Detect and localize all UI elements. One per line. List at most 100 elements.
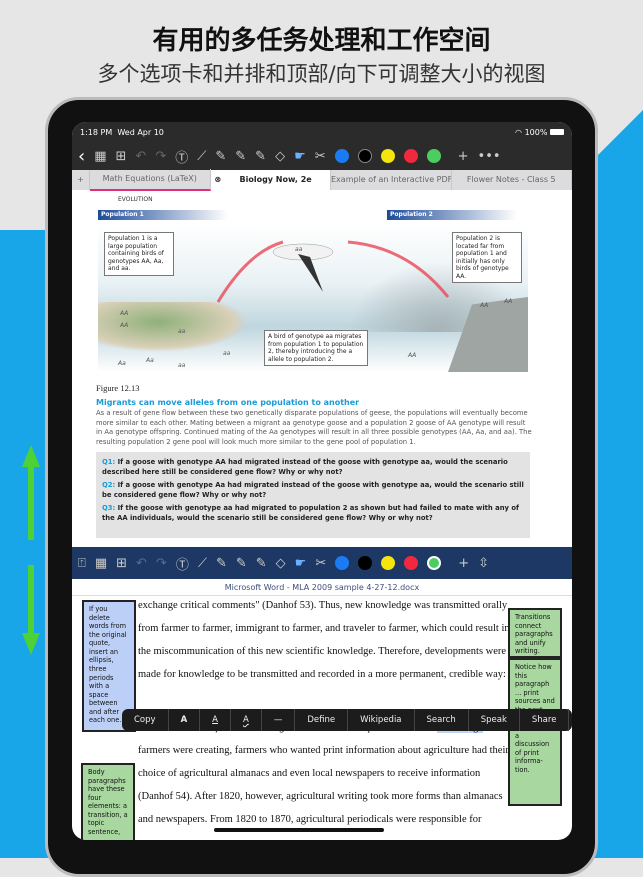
doc-line: exchange critical comments" (Danhof 53).… xyxy=(138,600,508,611)
resize-arrows-icon xyxy=(22,445,40,655)
pencil-icon[interactable]: ✎ xyxy=(235,149,246,164)
callout-population1: Population 1 is a large population conta… xyxy=(104,232,174,276)
eraser-icon[interactable]: ◇ xyxy=(276,556,286,571)
color-yellow[interactable] xyxy=(381,556,396,570)
color-blue[interactable] xyxy=(334,149,349,163)
callout-population2: Population 2 is located far from populat… xyxy=(452,232,522,283)
add-page-icon[interactable]: ⊞ xyxy=(116,149,127,164)
question-3: Q3: If the goose with genotype aa had mi… xyxy=(102,504,524,523)
color-yellow[interactable] xyxy=(380,149,395,163)
top-document-pane[interactable]: EVOLUTION Population 1 Population 2 aa A… xyxy=(72,190,572,547)
text-box-icon[interactable]: Ⓣ xyxy=(176,554,189,573)
pointer-hand-icon[interactable]: ☛ xyxy=(295,556,307,571)
question-tag: Q1: xyxy=(102,458,116,466)
pen-icon[interactable]: ✎ xyxy=(215,149,226,164)
tab-math-equations[interactable]: Math Equations (LaTeX) xyxy=(90,169,211,191)
tab-flower-notes[interactable]: Flower Notes - Class 5 xyxy=(452,170,572,190)
home-indicator xyxy=(214,828,384,832)
menu-squiggly[interactable]: A xyxy=(231,709,262,731)
document-title: Microsoft Word - MLA 2009 sample 4-27-12… xyxy=(72,579,572,596)
goose-label: aa xyxy=(178,328,186,335)
pencil-icon[interactable]: ✎ xyxy=(236,556,247,571)
doc-line: from farmer to farmer, immigrant to farm… xyxy=(138,623,510,634)
undo-icon[interactable]: ↶ xyxy=(135,149,146,164)
headline: 有用的多任务处理和工作空间 xyxy=(152,26,491,56)
text-box-icon[interactable]: Ⓣ xyxy=(175,147,188,166)
question-text: If a goose with genotype Aa had migrated… xyxy=(102,481,524,499)
question-2: Q2: If a goose with genotype Aa had migr… xyxy=(102,481,524,500)
goose-label: Aa xyxy=(118,360,126,367)
scissors-icon[interactable]: ✂ xyxy=(315,556,326,571)
thumbnails-icon[interactable]: ▦ xyxy=(95,556,107,571)
line-icon[interactable]: ⟋ xyxy=(197,149,206,164)
menu-copy[interactable]: Copy xyxy=(122,709,169,731)
highlighter-icon[interactable]: ✎ xyxy=(255,149,266,164)
figure-heading: Migrants can move alleles from one popul… xyxy=(96,398,360,407)
pointer-hand-icon[interactable]: ☛ xyxy=(294,149,306,164)
menu-highlight[interactable]: A xyxy=(169,709,201,731)
export-icon[interactable]: ⍐ xyxy=(78,556,86,571)
resize-handle-icon[interactable]: ⇳ xyxy=(478,556,489,571)
menu-search[interactable]: Search xyxy=(415,709,469,731)
menu-more-icon[interactable]: ▶ xyxy=(569,709,572,731)
back-icon[interactable]: ‹ xyxy=(78,146,85,167)
color-red[interactable] xyxy=(404,556,419,570)
wifi-icon: ◠ xyxy=(515,127,523,137)
battery-icon xyxy=(550,128,564,135)
goose-label: AA xyxy=(120,322,129,329)
bottom-document-pane[interactable]: exchange critical comments" (Danhof 53).… xyxy=(72,596,572,840)
app-screen: 1:18 PM Wed Apr 10 ◠ 100% ‹ ▦ ⊞ ↶ ↷ Ⓣ ⟋ … xyxy=(72,122,572,840)
menu-wikipedia[interactable]: Wikipedia xyxy=(348,709,415,731)
population1-label: Population 1 xyxy=(98,210,228,220)
redo-icon[interactable]: ↷ xyxy=(155,149,166,164)
plus-icon[interactable]: + xyxy=(458,149,469,164)
close-tab-icon[interactable]: ⊗ xyxy=(211,170,222,190)
comment-note-paragraph: Notice how this paragraph ... print sour… xyxy=(508,658,562,806)
tab-biology-now[interactable]: ⊗ Biology Now, 2e xyxy=(210,170,331,190)
figure-number: Figure 12.13 xyxy=(96,383,140,393)
question-tag: Q2: xyxy=(102,481,116,490)
color-green[interactable] xyxy=(427,556,442,570)
color-blue[interactable] xyxy=(335,556,350,570)
redo-icon[interactable]: ↷ xyxy=(156,556,167,571)
thumbnails-icon[interactable]: ▦ xyxy=(94,149,106,164)
highlighter-icon[interactable]: ✎ xyxy=(256,556,267,571)
eraser-icon[interactable]: ◇ xyxy=(275,149,285,164)
color-red[interactable] xyxy=(403,149,418,163)
pen-icon[interactable]: ✎ xyxy=(216,556,227,571)
bird-label: aa xyxy=(295,246,303,253)
question-tag: Q3: xyxy=(102,504,116,513)
menu-underline[interactable]: A xyxy=(200,709,231,731)
new-tab-button[interactable]: + xyxy=(72,170,90,190)
questions-box: Q1: If a goose with genotype AA had migr… xyxy=(96,452,530,538)
add-page-icon[interactable]: ⊞ xyxy=(116,556,127,571)
goose-label: AA xyxy=(480,302,489,309)
undo-icon[interactable]: ↶ xyxy=(136,556,147,571)
population2-label: Population 2 xyxy=(387,210,517,220)
more-icon[interactable]: ••• xyxy=(478,149,501,164)
question-text: If the goose with genotype aa had migrat… xyxy=(102,504,519,522)
status-bar: 1:18 PM Wed Apr 10 ◠ 100% xyxy=(72,122,572,142)
goose-label: AA xyxy=(408,352,417,359)
menu-speak[interactable]: Speak xyxy=(469,709,520,731)
color-black[interactable] xyxy=(357,149,372,163)
goose-label: AA xyxy=(504,298,513,305)
question-1: Q1: If a goose with genotype AA had migr… xyxy=(102,458,524,477)
color-black[interactable] xyxy=(358,556,373,570)
menu-define[interactable]: Define xyxy=(295,709,349,731)
comment-note-transitions: Transitions connect paragraphs and unify… xyxy=(508,608,562,658)
callout-migration: A bird of genotype aa migrates from popu… xyxy=(264,330,368,366)
bottom-toolbar: ⍐ ▦ ⊞ ↶ ↷ Ⓣ ⟋ ✎ ✎ ✎ ◇ ☛ ✂ + ⇳ xyxy=(72,547,572,579)
tab-interactive-pdf[interactable]: Example of an Interactive PDF... xyxy=(331,170,452,190)
menu-share[interactable]: Share xyxy=(520,709,570,731)
text-edit-menu: Copy A A A — Define Wikipedia Search Spe… xyxy=(122,709,572,731)
scissors-icon[interactable]: ✂ xyxy=(315,149,326,164)
subheadline: 多个选项卡和并排和顶部/向下可调整大小的视图 xyxy=(97,62,546,86)
menu-strikethrough[interactable]: — xyxy=(262,709,296,731)
question-text: If a goose with genotype AA had migrated… xyxy=(102,458,508,476)
color-green[interactable] xyxy=(426,149,441,163)
line-icon[interactable]: ⟋ xyxy=(198,556,207,571)
plus-icon[interactable]: + xyxy=(458,556,469,571)
doc-line: (Danhof 54). After 1820, however, agricu… xyxy=(138,791,503,802)
doc-line: and newspapers. From 1820 to 1870, agric… xyxy=(138,814,482,825)
